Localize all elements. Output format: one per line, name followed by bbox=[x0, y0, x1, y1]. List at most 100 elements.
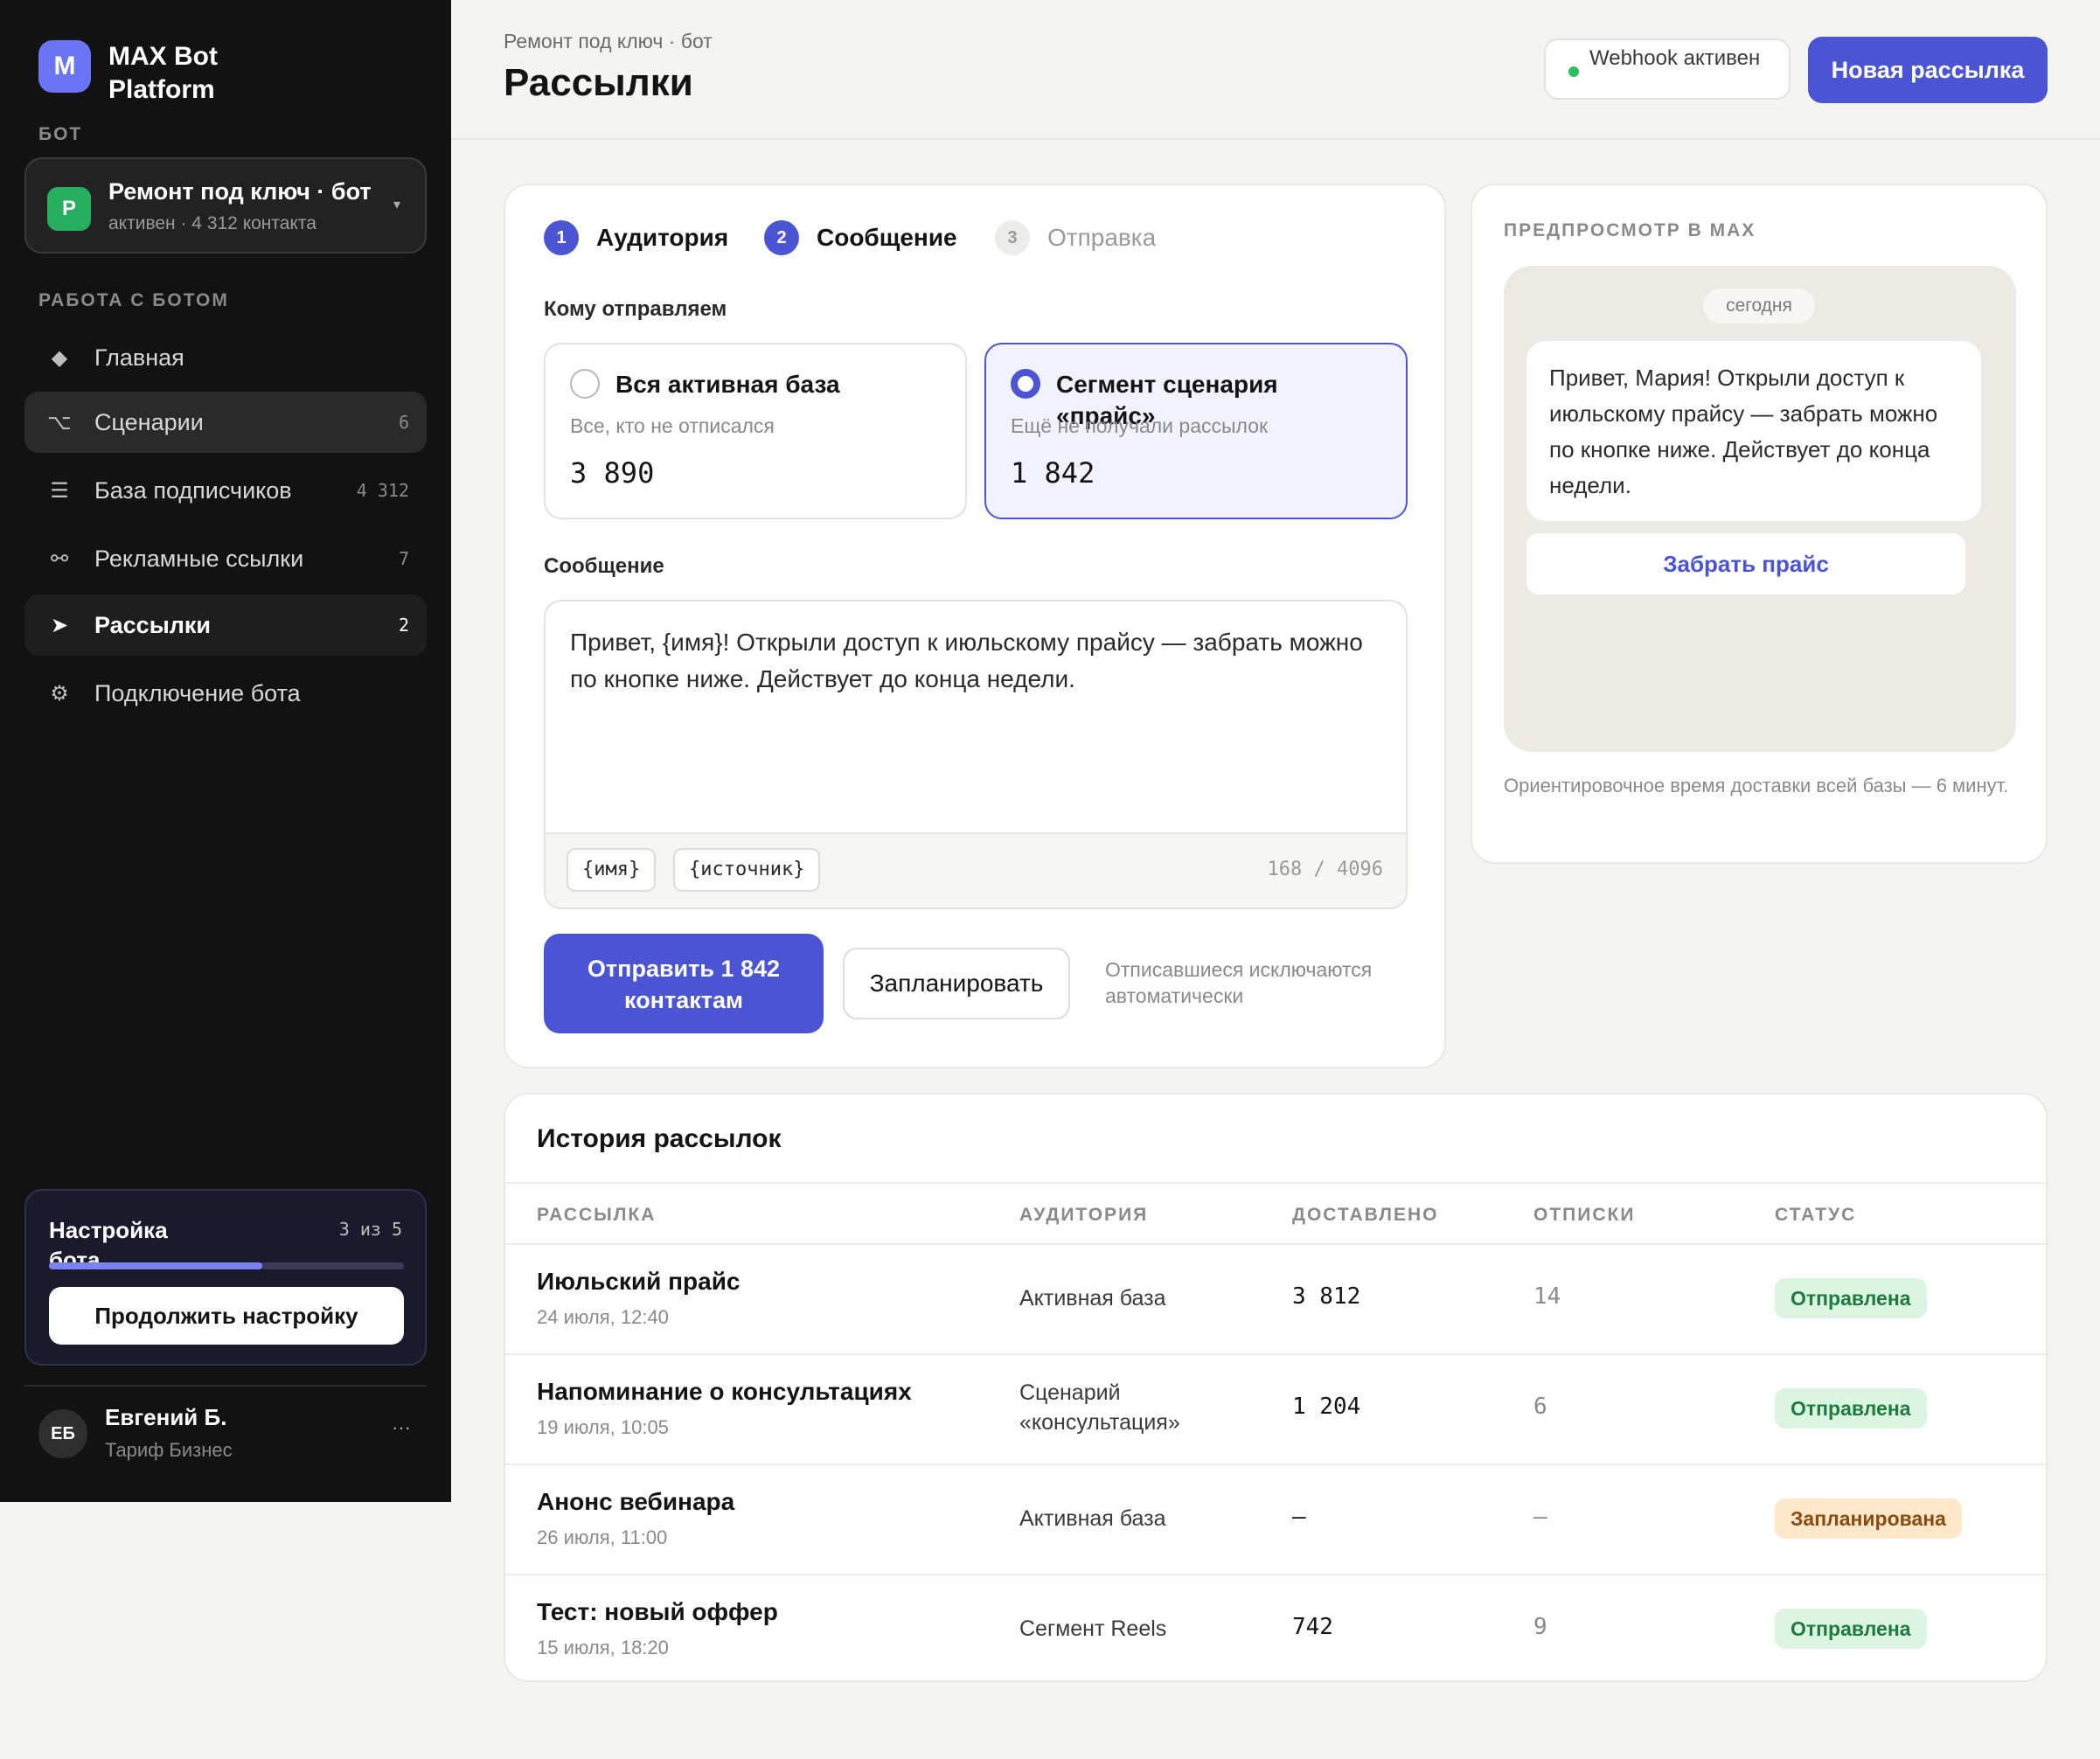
broadcast-composer: 1 Аудитория 2 Сообщение 3 Отправка Кому … bbox=[504, 184, 1446, 1068]
status-badge: Отправлена bbox=[1775, 1278, 1927, 1318]
step-number: 1 bbox=[544, 220, 579, 255]
char-counter: 168 / 4096 bbox=[1267, 859, 1383, 880]
broadcast-audience: Активная база bbox=[1019, 1506, 1166, 1531]
breadcrumb[interactable]: Ремонт под ключ · бот bbox=[504, 30, 713, 53]
table-row[interactable]: Напоминание о консультациях 19 июля, 10:… bbox=[505, 1355, 2046, 1465]
more-icon[interactable]: ··· bbox=[392, 1416, 411, 1439]
broadcast-delivered: — bbox=[1292, 1504, 1306, 1530]
broadcast-name: Июльский прайс bbox=[537, 1268, 741, 1295]
sidebar-item-count: 2 bbox=[398, 615, 409, 636]
status-dot-icon bbox=[1568, 66, 1579, 77]
step-message[interactable]: 2 Сообщение bbox=[764, 220, 957, 255]
audience-option-subtitle: Ещё не получали рассылок bbox=[1011, 414, 1269, 437]
new-broadcast-label: Новая рассылка bbox=[1831, 57, 2025, 83]
step-label: Сообщение bbox=[817, 224, 957, 251]
sidebar-divider bbox=[24, 1385, 427, 1387]
column-header[interactable]: ОТПИСКИ bbox=[1533, 1205, 1635, 1226]
chevron-down-icon: ▾ bbox=[393, 198, 400, 212]
sidebar-item-label: Сценарии bbox=[94, 408, 204, 435]
link-icon: ⚯ bbox=[50, 546, 69, 571]
broadcast-history: История рассылок РАССЫЛКА АУДИТОРИЯ ДОСТ… bbox=[504, 1093, 2048, 1682]
broadcast-audience: Сегмент Reels bbox=[1019, 1616, 1167, 1641]
user-name: Евгений Б. bbox=[105, 1404, 227, 1430]
sidebar-item-bot-connection[interactable]: ⚙ Подключение бота bbox=[24, 663, 427, 724]
sidebar-item-count: 6 bbox=[398, 412, 409, 433]
setup-progress-fill bbox=[49, 1262, 262, 1269]
sidebar-item-label: База подписчиков bbox=[94, 476, 292, 504]
sidebar-item-count: 4 312 bbox=[356, 480, 409, 501]
avatar[interactable]: ЕБ bbox=[38, 1409, 87, 1458]
unsubscribe-hint: Отписавшиеся исключаются автоматически bbox=[1105, 958, 1373, 1007]
column-header[interactable]: РАССЫЛКА bbox=[537, 1205, 656, 1226]
broadcast-name: Тест: новый оффер bbox=[537, 1598, 778, 1625]
setup-card: Настройка бота 3 из 5 Продолжить настрой… bbox=[24, 1189, 427, 1366]
variable-chip-source[interactable]: {источник} bbox=[673, 848, 821, 892]
sidebar-item-scenarios[interactable]: ⌥ Сценарии 6 bbox=[24, 392, 427, 453]
chat-preview: сегодня Привет, Мария! Открыли доступ к … bbox=[1504, 266, 2016, 752]
list-icon: ☰ bbox=[50, 478, 69, 503]
message-text[interactable]: Привет, {имя}! Открыли доступ к июльском… bbox=[570, 624, 1383, 698]
step-send[interactable]: 3 Отправка bbox=[995, 220, 1156, 255]
broadcast-date: 24 июля, 12:40 bbox=[537, 1306, 669, 1328]
column-header[interactable]: ДОСТАВЛЕНО bbox=[1292, 1205, 1439, 1226]
broadcast-date: 19 июля, 10:05 bbox=[537, 1416, 669, 1438]
audience-option-count: 3 890 bbox=[570, 456, 655, 490]
status-badge: Отправлена bbox=[1775, 1609, 1927, 1649]
sidebar-item-label: Рекламные ссылки bbox=[94, 545, 304, 572]
new-broadcast-button[interactable]: Новая рассылка bbox=[1808, 37, 2048, 103]
sidebar-item-broadcasts[interactable]: ➤ Рассылки 2 bbox=[24, 594, 427, 656]
bot-name: Ремонт под ключ · бот bbox=[108, 178, 372, 205]
message-bubble: Привет, Мария! Открыли доступ к июльском… bbox=[1526, 341, 1981, 521]
sidebar-item-count: 7 bbox=[398, 548, 409, 569]
user-plan: Тариф Бизнес bbox=[105, 1439, 233, 1461]
table-row[interactable]: Июльский прайс 24 июля, 12:40 Активная б… bbox=[505, 1245, 2046, 1355]
radio-checked[interactable] bbox=[1011, 369, 1040, 399]
message-input[interactable]: Привет, {имя}! Открыли доступ к июльском… bbox=[544, 600, 1408, 909]
setup-count: 3 из 5 bbox=[338, 1219, 402, 1240]
bot-selector[interactable]: Р Ремонт под ключ · бот активен · 4 312 … bbox=[24, 157, 427, 254]
brand-name: MAX Bot Platform bbox=[108, 42, 218, 104]
send-button[interactable]: Отправить 1 842 контактам bbox=[544, 934, 824, 1033]
sidebar-item-subscribers[interactable]: ☰ База подписчиков 4 312 bbox=[24, 460, 427, 521]
table-row[interactable]: Анонс вебинара 26 июля, 11:00 Активная б… bbox=[505, 1465, 2046, 1575]
bot-avatar: Р bbox=[47, 187, 91, 231]
message-label: Сообщение bbox=[544, 554, 664, 578]
message-toolbar: {имя} {источник} 168 / 4096 bbox=[546, 832, 1406, 907]
broadcast-name: Анонс вебинара bbox=[537, 1488, 735, 1515]
sidebar-item-label: Подключение бота bbox=[94, 679, 301, 706]
column-header[interactable]: АУДИТОРИЯ bbox=[1019, 1205, 1148, 1226]
history-title: История рассылок bbox=[537, 1124, 782, 1153]
audience-option-subtitle: Все, кто не отписался bbox=[570, 414, 775, 437]
audience-option-segment[interactable]: Сегмент сценария «прайс» Ещё не получали… bbox=[984, 343, 1408, 519]
audience-label: Кому отправляем bbox=[544, 297, 727, 321]
broadcast-delivered: 1 204 bbox=[1292, 1394, 1361, 1420]
broadcast-date: 15 июля, 18:20 bbox=[537, 1637, 669, 1658]
delivery-estimate: Ориентировочное время доставки всей базы… bbox=[1504, 775, 2009, 796]
step-audience[interactable]: 1 Аудитория bbox=[544, 220, 728, 255]
column-header[interactable]: СТАТУС bbox=[1775, 1205, 1856, 1226]
gear-icon: ⚙ bbox=[50, 681, 69, 706]
date-separator: сегодня bbox=[1703, 289, 1815, 323]
variable-chip-name[interactable]: {имя} bbox=[567, 848, 657, 892]
step-number: 2 bbox=[764, 220, 799, 255]
broadcast-delivered: 742 bbox=[1292, 1614, 1333, 1640]
audience-option-all[interactable]: Вся активная база Все, кто не отписался … bbox=[544, 343, 967, 519]
bot-section-label: БОТ bbox=[38, 124, 83, 144]
inline-button-preview[interactable]: Забрать прайс bbox=[1526, 533, 1965, 594]
broadcast-date: 26 июля, 11:00 bbox=[537, 1526, 668, 1548]
schedule-button[interactable]: Запланировать bbox=[843, 948, 1070, 1019]
max-preview: ПРЕДПРОСМОТР В MAX сегодня Привет, Мария… bbox=[1471, 184, 2048, 864]
status-badge: Запланирована bbox=[1775, 1498, 1962, 1539]
table-row[interactable]: Тест: новый оффер 15 июля, 18:20 Сегмент… bbox=[505, 1575, 2046, 1680]
sidebar-item-ad-links[interactable]: ⚯ Рекламные ссылки 7 bbox=[24, 528, 427, 589]
radio-unchecked[interactable] bbox=[570, 369, 600, 399]
preview-title: ПРЕДПРОСМОТР В MAX bbox=[1504, 220, 1756, 240]
brand[interactable]: M MAX Bot Platform bbox=[38, 40, 283, 107]
setup-progress-bar bbox=[49, 1262, 404, 1269]
status-badge: Отправлена bbox=[1775, 1388, 1927, 1429]
sidebar-item-home[interactable]: ◆ Главная bbox=[24, 327, 427, 388]
broadcast-name: Напоминание о консультациях bbox=[537, 1378, 912, 1405]
webhook-status[interactable]: Webhook активен bbox=[1544, 38, 1791, 100]
broadcast-unsubs: 6 bbox=[1533, 1394, 1547, 1420]
continue-setup-button[interactable]: Продолжить настройку bbox=[49, 1287, 404, 1345]
